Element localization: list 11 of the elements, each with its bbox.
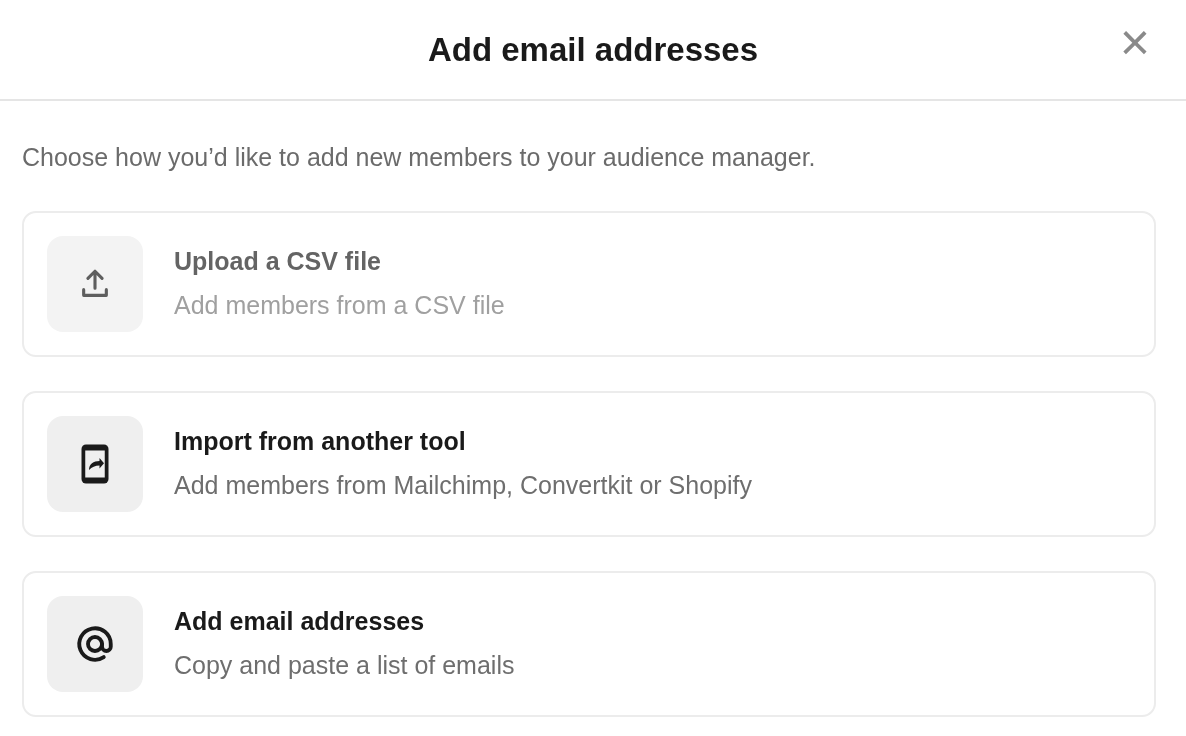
intro-text: Choose how you’d like to add new members to your audience manager. — [22, 142, 817, 173]
option-description: Add members from a CSV file — [174, 289, 505, 321]
dialog-title: Add email addresses — [427, 29, 759, 70]
option-card[interactable]: Import from another tool Add members from Mailchimp, Convertkit or Shopify — [22, 390, 1156, 537]
phone-share-icon — [80, 442, 110, 485]
option-description: Add members from Mailchimp, Convertkit or Shopify — [174, 469, 752, 501]
option-title: Import from another tool — [174, 426, 467, 457]
option-title: Add email addresses — [174, 606, 426, 637]
option-title: Upload a CSV file — [174, 246, 382, 277]
option-description: Copy and paste a list of emails — [174, 649, 515, 681]
option-card[interactable]: Add email addresses Copy and paste a list of emails — [22, 570, 1156, 717]
